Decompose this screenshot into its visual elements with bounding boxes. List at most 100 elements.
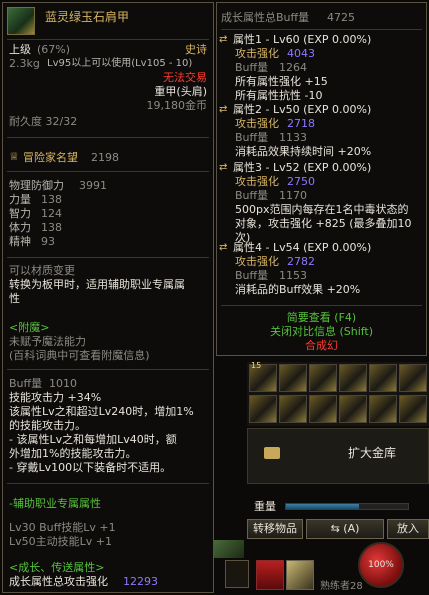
stat-label: 智力 bbox=[9, 207, 31, 220]
support-title: -辅助职业专属属性 bbox=[9, 497, 101, 510]
buff-line-6: - 穿戴Lv100以下装备时不适用。 bbox=[9, 461, 172, 474]
buff-value: 1170 bbox=[279, 189, 307, 202]
attack-label: 攻击强化 bbox=[235, 175, 279, 188]
item-durability: 耐久度 32/32 bbox=[9, 115, 78, 128]
attr-line: 所有属性抗性 -10 bbox=[235, 89, 323, 102]
slot-count-badge: 15 bbox=[251, 361, 262, 370]
vault-icon bbox=[264, 447, 280, 459]
item-grade-pct: (67%) bbox=[37, 43, 71, 56]
attack-value: 4043 bbox=[287, 47, 315, 60]
buff-label: Buff量 bbox=[235, 269, 269, 282]
transfer-items-button[interactable]: 转移物品 bbox=[247, 519, 303, 539]
stat-value: 124 bbox=[41, 207, 62, 220]
item-name: 蓝灵绿玉石肩甲 bbox=[45, 10, 130, 24]
fame-label: 冒险家名望 bbox=[23, 151, 78, 164]
hud-skill-slot[interactable] bbox=[286, 560, 314, 590]
buff-value: 1153 bbox=[279, 269, 307, 282]
buff-value: 1133 bbox=[279, 131, 307, 144]
inventory-slot[interactable] bbox=[369, 395, 397, 423]
attr-line: 对象，攻击强化 +825 (最多叠加10 bbox=[235, 217, 412, 230]
expand-vault-area: 扩大金库 bbox=[247, 428, 429, 484]
proficiency-label: 熟练者28 bbox=[320, 581, 363, 592]
attr-title: 属性1 - Lv60 (EXP 0.00%) bbox=[233, 33, 372, 46]
expand-arrows-icon: ⇄ bbox=[219, 162, 228, 173]
hp-percent: 100% bbox=[368, 560, 394, 570]
attr-title: 属性2 - Lv50 (EXP 0.00%) bbox=[233, 103, 372, 116]
buff-value: 1010 bbox=[49, 377, 77, 390]
expand-arrows-icon: ⇄ bbox=[219, 104, 228, 115]
attack-label: 攻击强化 bbox=[235, 47, 279, 60]
auto-sort-button[interactable]: ⇆ (A) bbox=[306, 519, 384, 539]
inventory-slot[interactable] bbox=[399, 395, 427, 423]
transform-3: 性 bbox=[9, 292, 20, 305]
attr-line: 消耗品效果持续时间 +20% bbox=[235, 145, 372, 158]
inventory-slot[interactable] bbox=[309, 364, 337, 392]
fame-icon: ♕ bbox=[9, 150, 19, 163]
stat-value: 3991 bbox=[79, 179, 107, 192]
item-rarity: 史诗 bbox=[185, 43, 207, 56]
craft-label: 合成幻 bbox=[305, 339, 338, 352]
hp-orb: 100% bbox=[358, 542, 404, 588]
inventory-slot[interactable] bbox=[279, 364, 307, 392]
inventory-slot[interactable] bbox=[249, 395, 277, 423]
transform-2: 转换为板甲时，适用辅助职业专属属 bbox=[9, 278, 185, 291]
put-in-button[interactable]: 放入 bbox=[387, 519, 429, 539]
enchant-title: <附魔> bbox=[9, 321, 50, 334]
buff-line-1: 技能攻击力 +34% bbox=[9, 391, 102, 404]
transform-1: 可以材质变更 bbox=[9, 264, 75, 277]
buff-line-5: 外增加1%的技能攻击力。 bbox=[9, 447, 137, 460]
buff-line-3: 的技能攻击力。 bbox=[9, 419, 86, 432]
buff-label: Buff量 bbox=[235, 61, 269, 74]
inventory-slot[interactable] bbox=[399, 364, 427, 392]
attack-label: 攻击强化 bbox=[235, 117, 279, 130]
attr-line: 500px范围内每存在1名中毒状态的 bbox=[235, 203, 409, 216]
inventory-grid: 15 bbox=[247, 361, 429, 426]
sort-icon: ⇆ bbox=[330, 522, 344, 535]
item-price: 19,180金币 bbox=[146, 99, 208, 112]
item-grade: 上级 bbox=[9, 43, 31, 56]
stat-label: 力量 bbox=[9, 193, 31, 206]
hud-potion-slot[interactable] bbox=[256, 560, 284, 590]
stat-value: 138 bbox=[41, 221, 62, 234]
buff-label: Buff量 bbox=[235, 189, 269, 202]
support-1: Lv30 Buff技能Lv +1 bbox=[9, 521, 116, 534]
hud-slot-1[interactable] bbox=[225, 560, 249, 588]
growth-title: <成长、传送属性> bbox=[9, 561, 105, 574]
growth-label: 成长属性总攻击强化 bbox=[9, 575, 108, 588]
attr-title: 属性4 - Lv54 (EXP 0.00%) bbox=[233, 241, 372, 254]
fame-value: 2198 bbox=[91, 151, 119, 164]
shoulder-armor-icon bbox=[7, 7, 35, 35]
brief-view[interactable]: 简要查看 (F4) bbox=[217, 311, 426, 324]
attr-title: 属性3 - Lv52 (EXP 0.00%) bbox=[233, 161, 372, 174]
hud-sword-icon[interactable] bbox=[214, 540, 244, 558]
buff-value: 1264 bbox=[279, 61, 307, 74]
attack-value: 2782 bbox=[287, 255, 315, 268]
stat-value: 138 bbox=[41, 193, 62, 206]
item-tooltip: 蓝灵绿玉石肩甲 上级 (67%) 史诗 2.3kg Lv95以上可以使用(Lv1… bbox=[2, 2, 214, 593]
enchant-2: (百科词典中可查看附魔信息) bbox=[9, 349, 150, 362]
expand-arrows-icon: ⇄ bbox=[219, 242, 228, 253]
close-compare[interactable]: 关闭对比信息 (Shift) bbox=[217, 325, 426, 338]
stat-label: 体力 bbox=[9, 221, 31, 234]
auto-sort-label: (A) bbox=[343, 522, 360, 535]
growth-value: 12293 bbox=[123, 575, 158, 588]
expand-vault-button[interactable]: 扩大金库 bbox=[348, 447, 396, 460]
buff-label: Buff量 bbox=[9, 377, 43, 390]
buff-label: Buff量 bbox=[235, 131, 269, 144]
tooltip-header-value: 4725 bbox=[327, 11, 355, 24]
attack-value: 2750 bbox=[287, 175, 315, 188]
inventory-slot[interactable] bbox=[279, 395, 307, 423]
item-trade: 无法交易 bbox=[163, 71, 207, 84]
inventory-slot[interactable] bbox=[339, 395, 367, 423]
attack-label: 攻击强化 bbox=[235, 255, 279, 268]
weight-bar bbox=[285, 503, 409, 510]
inventory-slot[interactable] bbox=[309, 395, 337, 423]
inventory-slot[interactable] bbox=[339, 364, 367, 392]
buff-line-2: 该属性Lv之和超过Lv240时，增加1% bbox=[9, 405, 194, 418]
growth-tooltip: 成长属性总Buff量 4725 ⇄ 属性1 - Lv60 (EXP 0.00%) 攻… bbox=[216, 2, 427, 356]
buff-line-4: - 该属性Lv之和每增加Lv40时，额 bbox=[9, 433, 177, 446]
inventory-slot[interactable] bbox=[369, 364, 397, 392]
tooltip-header: 成长属性总Buff量 bbox=[221, 11, 310, 24]
stat-label: 物理防御力 bbox=[9, 179, 64, 192]
support-2: Lv50主动技能Lv +1 bbox=[9, 535, 112, 548]
